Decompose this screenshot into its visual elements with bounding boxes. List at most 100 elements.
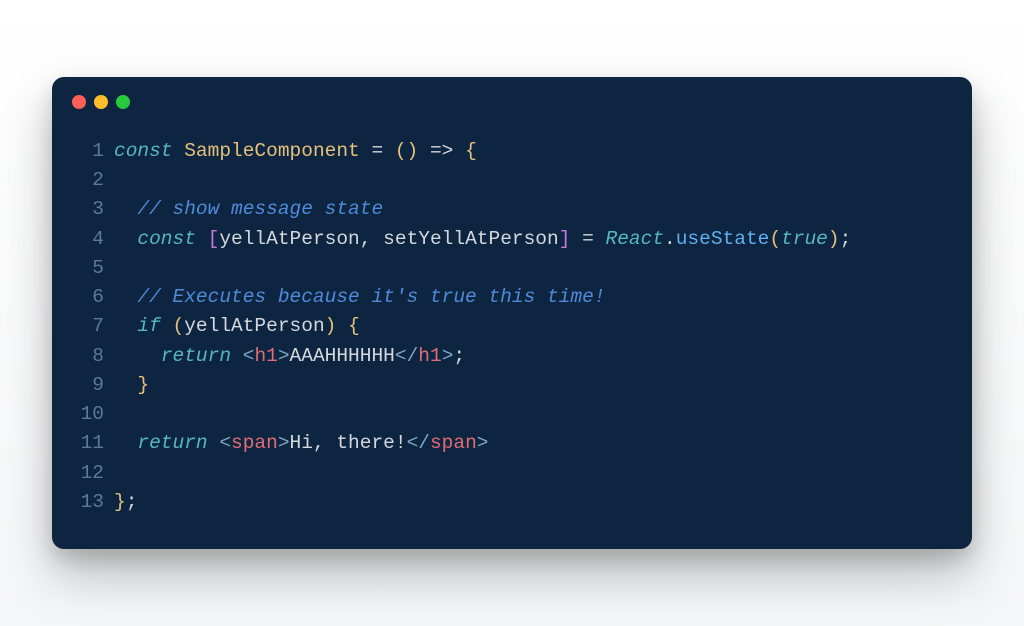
code-token: > bbox=[278, 345, 290, 367]
code-token: ) bbox=[325, 315, 337, 337]
code-token: const bbox=[137, 228, 196, 250]
line-number: 10 bbox=[76, 400, 104, 429]
code-token: Hi, there! bbox=[290, 432, 407, 454]
code-token: yellAtPerson bbox=[219, 228, 359, 250]
code-token: { bbox=[348, 315, 360, 337]
code-token bbox=[114, 374, 137, 396]
code-token: span bbox=[231, 432, 278, 454]
line-content: }; bbox=[114, 488, 948, 517]
code-token: ; bbox=[840, 228, 852, 250]
code-token: SampleComponent bbox=[184, 140, 360, 162]
code-token: > bbox=[278, 432, 290, 454]
code-token bbox=[114, 228, 137, 250]
code-line: 3 // show message state bbox=[76, 195, 948, 224]
line-number: 11 bbox=[76, 429, 104, 458]
code-token: = bbox=[371, 140, 383, 162]
code-line: 10 bbox=[76, 400, 948, 429]
code-token: // Executes because it's true this time! bbox=[137, 286, 605, 308]
code-token bbox=[360, 140, 372, 162]
code-token: ; bbox=[126, 491, 138, 513]
code-token: () bbox=[395, 140, 418, 162]
code-token: const bbox=[114, 140, 173, 162]
code-token: > bbox=[477, 432, 489, 454]
code-token: return bbox=[137, 432, 207, 454]
maximize-icon[interactable] bbox=[116, 95, 130, 109]
code-line: 6 // Executes because it's true this tim… bbox=[76, 283, 948, 312]
line-content bbox=[114, 400, 948, 429]
code-token bbox=[594, 228, 606, 250]
code-line: 1 const SampleComponent = () => { bbox=[76, 137, 948, 166]
code-token bbox=[161, 315, 173, 337]
code-token bbox=[453, 140, 465, 162]
code-token: } bbox=[137, 374, 149, 396]
code-token: AAAHHHHHH bbox=[290, 345, 395, 367]
line-content: // show message state bbox=[114, 195, 948, 224]
line-number: 13 bbox=[76, 488, 104, 517]
line-content: if (yellAtPerson) { bbox=[114, 312, 948, 341]
line-content: const [yellAtPerson, setYellAtPerson] = … bbox=[114, 225, 948, 254]
code-token: = bbox=[582, 228, 594, 250]
code-token: </ bbox=[407, 432, 430, 454]
code-token: h1 bbox=[418, 345, 441, 367]
code-token: => bbox=[430, 140, 453, 162]
code-token: span bbox=[430, 432, 477, 454]
minimize-icon[interactable] bbox=[94, 95, 108, 109]
code-token: ( bbox=[173, 315, 185, 337]
code-token: . bbox=[664, 228, 676, 250]
code-token bbox=[114, 432, 137, 454]
code-line: 2 bbox=[76, 166, 948, 195]
code-token: return bbox=[161, 345, 231, 367]
code-token: { bbox=[465, 140, 477, 162]
code-line: 13}; bbox=[76, 488, 948, 517]
code-token: > bbox=[442, 345, 454, 367]
line-number: 6 bbox=[76, 283, 104, 312]
window-controls bbox=[52, 77, 972, 117]
line-number: 3 bbox=[76, 195, 104, 224]
line-content: return <h1>AAAHHHHHH</h1>; bbox=[114, 342, 948, 371]
line-number: 12 bbox=[76, 459, 104, 488]
line-content bbox=[114, 459, 948, 488]
code-token: ) bbox=[828, 228, 840, 250]
line-content bbox=[114, 254, 948, 283]
code-token: < bbox=[219, 432, 231, 454]
line-number: 9 bbox=[76, 371, 104, 400]
code-line: 7 if (yellAtPerson) { bbox=[76, 312, 948, 341]
code-token: yellAtPerson bbox=[184, 315, 324, 337]
code-token bbox=[114, 286, 137, 308]
code-token bbox=[173, 140, 185, 162]
code-token: h1 bbox=[254, 345, 277, 367]
line-number: 7 bbox=[76, 312, 104, 341]
code-block: 1const SampleComponent = () => {2 3 // s… bbox=[52, 117, 972, 517]
code-token: } bbox=[114, 491, 126, 513]
line-number: 1 bbox=[76, 137, 104, 166]
code-token bbox=[231, 345, 243, 367]
code-token: , bbox=[360, 228, 372, 250]
code-window: 1const SampleComponent = () => {2 3 // s… bbox=[52, 77, 972, 549]
line-content: return <span>Hi, there!</span> bbox=[114, 429, 948, 458]
line-number: 8 bbox=[76, 342, 104, 371]
code-line: 12 bbox=[76, 459, 948, 488]
code-token bbox=[383, 140, 395, 162]
close-icon[interactable] bbox=[72, 95, 86, 109]
code-token: ; bbox=[453, 345, 465, 367]
code-token: [ bbox=[208, 228, 220, 250]
line-content: const SampleComponent = () => { bbox=[114, 137, 948, 166]
code-line: 5 bbox=[76, 254, 948, 283]
code-token bbox=[208, 432, 220, 454]
code-token bbox=[418, 140, 430, 162]
code-token: true bbox=[781, 228, 828, 250]
code-token: ] bbox=[559, 228, 571, 250]
line-content bbox=[114, 166, 948, 195]
code-line: 9 } bbox=[76, 371, 948, 400]
code-line: 4 const [yellAtPerson, setYellAtPerson] … bbox=[76, 225, 948, 254]
code-token bbox=[114, 315, 137, 337]
code-token bbox=[114, 345, 161, 367]
code-token bbox=[570, 228, 582, 250]
code-line: 8 return <h1>AAAHHHHHH</h1>; bbox=[76, 342, 948, 371]
code-token: < bbox=[243, 345, 255, 367]
code-line: 11 return <span>Hi, there!</span> bbox=[76, 429, 948, 458]
code-token: setYellAtPerson bbox=[383, 228, 559, 250]
line-content: // Executes because it's true this time! bbox=[114, 283, 948, 312]
line-number: 5 bbox=[76, 254, 104, 283]
code-token bbox=[336, 315, 348, 337]
